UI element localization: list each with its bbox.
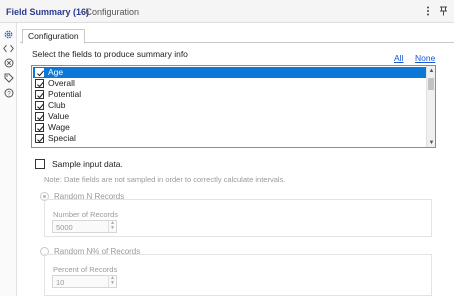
random-pct-group: Percent of Records 10 ▲ ▼ xyxy=(44,254,432,296)
panel-title: Field Summary (16) xyxy=(6,7,90,17)
tool-sidebar: ? xyxy=(0,23,17,296)
radio-selected-dot xyxy=(43,195,46,198)
field-checkbox[interactable] xyxy=(35,112,45,121)
field-row[interactable]: Overall xyxy=(33,78,426,89)
field-checkbox[interactable] xyxy=(35,90,45,99)
fields-label: Select the fields to produce summary inf… xyxy=(32,49,188,59)
tab-configuration[interactable]: Configuration xyxy=(22,29,85,44)
field-row[interactable]: Wage xyxy=(33,122,426,133)
pin-icon[interactable] xyxy=(436,4,450,18)
field-label: Value xyxy=(48,111,70,121)
field-label: Age xyxy=(48,67,64,77)
configuration-panel: Select the fields to produce summary inf… xyxy=(24,44,442,296)
tab-bar: Configuration xyxy=(20,27,454,44)
stepper-arrows-icon[interactable]: ▲ ▼ xyxy=(108,276,116,287)
field-label: Club xyxy=(48,100,66,110)
gear-icon[interactable] xyxy=(3,29,14,40)
number-of-records-label: Number of Records xyxy=(53,210,119,219)
field-label: Overall xyxy=(48,78,75,88)
field-row[interactable]: Age xyxy=(33,67,426,78)
field-label: Wage xyxy=(48,122,70,132)
field-label: Special xyxy=(48,133,76,143)
field-row[interactable]: Potential xyxy=(33,89,426,100)
number-of-records-stepper[interactable]: 5000 ▲ ▼ xyxy=(52,220,117,233)
fields-listbox[interactable]: Age Overall Potential Club Value Wage Sp… xyxy=(31,65,436,148)
circle-x-icon[interactable] xyxy=(3,57,14,68)
field-checkbox[interactable] xyxy=(35,134,45,143)
panel-header: Field Summary (16) - Configuration xyxy=(0,0,454,23)
select-all-link[interactable]: All xyxy=(394,53,403,63)
scroll-thumb[interactable] xyxy=(428,78,434,90)
field-row[interactable]: Club xyxy=(33,100,426,111)
fields-scrollbar[interactable]: ▲ ▼ xyxy=(426,66,435,147)
field-label: Potential xyxy=(48,89,82,99)
field-row[interactable]: Value xyxy=(33,111,426,122)
stepper-arrows-icon[interactable]: ▲ ▼ xyxy=(108,221,116,232)
select-none-link[interactable]: None xyxy=(415,53,435,63)
number-of-records-value: 5000 xyxy=(56,223,73,232)
field-row[interactable]: Special xyxy=(33,133,426,144)
field-checkbox[interactable] xyxy=(35,123,45,132)
help-icon[interactable]: ? xyxy=(3,87,14,98)
sample-input-label: Sample input data. xyxy=(52,159,123,169)
field-checkbox[interactable] xyxy=(35,101,45,110)
field-checkbox[interactable] xyxy=(35,68,45,77)
tag-icon[interactable] xyxy=(3,72,14,83)
scroll-up-icon[interactable]: ▲ xyxy=(427,66,435,75)
more-vertical-icon[interactable] xyxy=(421,4,435,18)
code-icon[interactable] xyxy=(3,43,14,54)
percent-of-records-label: Percent of Records xyxy=(53,265,118,274)
date-fields-note: Note: Date fields are not sampled in ord… xyxy=(44,175,286,184)
panel-subtitle: - Configuration xyxy=(80,7,140,17)
sample-input-checkbox[interactable] xyxy=(35,159,45,169)
field-checkbox[interactable] xyxy=(35,79,45,88)
scroll-down-icon[interactable]: ▼ xyxy=(427,138,435,147)
percent-of-records-value: 10 xyxy=(56,278,65,287)
percent-of-records-stepper[interactable]: 10 ▲ ▼ xyxy=(52,275,117,288)
random-n-group: Number of Records 5000 ▲ ▼ xyxy=(44,199,432,237)
